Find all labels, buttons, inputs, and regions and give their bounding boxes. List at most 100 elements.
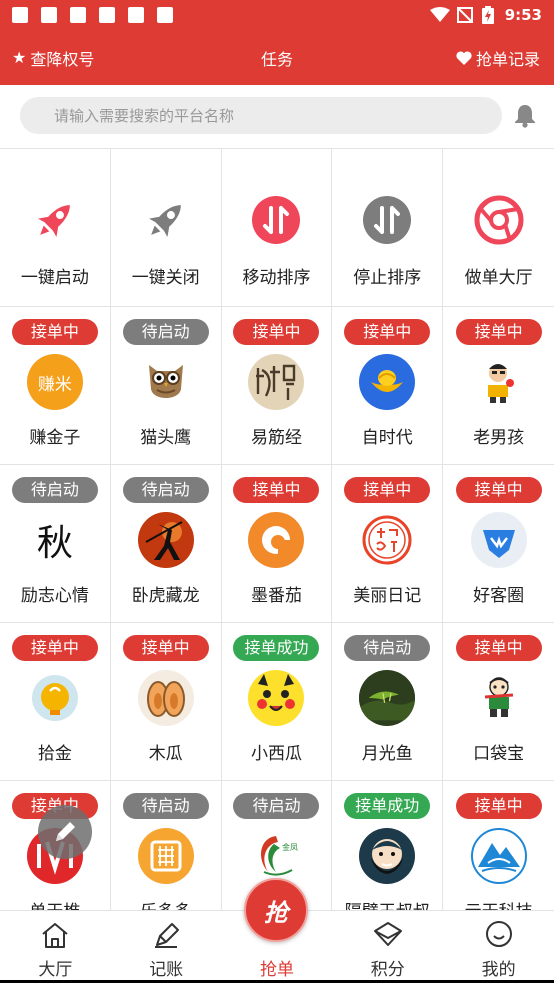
app-cell[interactable]: 接单中 好客圈 <box>443 465 554 623</box>
bell-icon[interactable] <box>514 104 536 128</box>
status-badge: 接单中 <box>344 477 431 503</box>
nav-accounting[interactable]: 记账 <box>111 911 222 983</box>
status-time: 9:53 <box>504 6 542 24</box>
battery-icon <box>481 6 494 24</box>
app-cell[interactable]: 接单成功 小西瓜 <box>221 623 333 781</box>
check-downgrade-link[interactable]: ★ 查降权号 <box>12 46 94 70</box>
papaya-logo <box>137 670 194 726</box>
app-cell[interactable]: 接单中 美丽日记 <box>332 465 444 623</box>
app-name: 好客圈 <box>473 586 525 606</box>
app-logo: 赚米 <box>26 354 83 410</box>
aperture-icon <box>474 195 524 245</box>
nav-label: 我的 <box>481 960 516 980</box>
status-badge: 待启动 <box>122 319 209 345</box>
app-name: 老男孩 <box>473 428 525 448</box>
pencil-icon <box>56 822 75 841</box>
wifi-icon <box>429 7 450 22</box>
action-stop-sort[interactable]: 停止排序 <box>332 149 444 307</box>
app-cell[interactable]: 待启动 卧虎藏龙 <box>110 465 222 623</box>
action-move-sort[interactable]: 移动排序 <box>221 149 333 307</box>
heart-icon <box>456 50 472 65</box>
status-badge: 接单中 <box>233 319 320 345</box>
status-badge: 接单中 <box>455 477 542 503</box>
nav-hall[interactable]: 大厅 <box>0 911 111 983</box>
app-cell[interactable]: 待启动 猫头鹰 <box>110 307 222 465</box>
mountain-logo <box>470 828 527 884</box>
status-badge: 接单中 <box>455 319 542 345</box>
search-input[interactable] <box>20 97 502 134</box>
status-badge: 待启动 <box>122 793 209 819</box>
action-label: 一键关闭 <box>131 268 200 288</box>
action-label: 一键启动 <box>20 268 89 288</box>
app-logo-text: 赚米 <box>37 374 72 395</box>
nav-profile[interactable]: 我的 <box>443 911 554 983</box>
app-cell[interactable]: 待启动 秋 励志心情 <box>0 465 111 623</box>
app-header: ★ 查降权号 任务 抢单记录 <box>0 30 554 85</box>
warrior-logo <box>137 512 194 568</box>
app-cell[interactable]: 接单中 拾金 <box>0 623 111 781</box>
gold-ingot-logo <box>359 354 416 410</box>
notification-icon <box>99 7 115 23</box>
app-name: 月光鱼 <box>361 744 413 764</box>
app-cell[interactable]: 接单中 墨番茄 <box>221 465 333 623</box>
grab-button-label: 抢 <box>264 898 288 927</box>
edit-fab-button[interactable] <box>38 805 92 859</box>
nav-label: 抢单 <box>259 960 294 980</box>
status-badge: 接单中 <box>122 635 209 661</box>
app-name: 猫头鹰 <box>140 428 192 448</box>
diamond-icon <box>373 922 402 946</box>
sort-arrows-icon <box>363 196 412 244</box>
search-bar <box>0 85 554 149</box>
grab-records-label: 抢单记录 <box>475 49 540 69</box>
notification-icon <box>128 7 144 23</box>
app-name: 墨番茄 <box>250 586 302 606</box>
status-badge: 待启动 <box>344 635 431 661</box>
nav-label: 大厅 <box>38 960 73 980</box>
app-cell[interactable]: 接单中 老男孩 <box>443 307 554 465</box>
app-root: 9:53 ★ 查降权号 任务 抢单记录 请输入需要搜索的平台名称 一键启动 一键… <box>0 0 554 983</box>
app-name: 美丽日记 <box>353 586 422 606</box>
bearded-man-logo <box>359 828 416 884</box>
app-cell[interactable]: 待启动 月光鱼 <box>332 623 444 781</box>
sort-arrows-icon <box>252 196 301 244</box>
check-downgrade-label: 查降权号 <box>30 49 95 69</box>
app-name: 小西瓜 <box>250 744 302 764</box>
app-name: 赚金子 <box>29 428 81 448</box>
app-cell[interactable]: 接单中 木瓜 <box>110 623 222 781</box>
status-badge: 接单中 <box>455 635 542 661</box>
action-start-all[interactable]: 一键启动 <box>0 149 111 307</box>
app-cell[interactable]: 接单中 赚米 赚金子 <box>0 307 111 465</box>
grab-records-link[interactable]: 抢单记录 <box>456 46 540 70</box>
grab-order-button[interactable]: 抢 <box>244 878 308 942</box>
action-order-hall[interactable]: 做单大厅 <box>443 149 554 307</box>
status-bar: 9:53 <box>0 0 554 30</box>
cartoon-man-logo <box>470 354 527 410</box>
notification-icon <box>70 7 86 23</box>
rocket-icon <box>148 205 181 237</box>
calligraphy-logo <box>248 354 305 410</box>
status-badge: 待启动 <box>122 477 209 503</box>
nav-label: 记账 <box>149 960 184 980</box>
status-badge: 接单中 <box>455 793 542 819</box>
notification-icon <box>41 7 57 23</box>
app-cell[interactable]: 接单中 易筋经 <box>221 307 333 465</box>
app-name: 拾金 <box>37 744 72 764</box>
grid-box-logo <box>137 828 194 884</box>
no-signal-icon <box>456 7 473 23</box>
app-name: 励志心情 <box>20 586 89 606</box>
app-name: 自时代 <box>361 428 413 448</box>
action-stop-all[interactable]: 一键关闭 <box>110 149 222 307</box>
home-icon <box>42 923 69 948</box>
status-badge: 接单中 <box>344 319 431 345</box>
app-cell[interactable]: 接单中 口袋宝 <box>443 623 554 781</box>
notification-icon <box>157 7 173 23</box>
nav-points[interactable]: 积分 <box>332 911 443 983</box>
app-cell[interactable]: 接单中 自时代 <box>332 307 444 465</box>
moon-fish-logo <box>359 670 416 726</box>
nav-label: 积分 <box>370 960 405 980</box>
pen-icon <box>155 923 180 948</box>
cartoon-boy-logo <box>470 670 527 726</box>
status-badge: 接单成功 <box>233 635 320 661</box>
status-badge: 待启动 <box>11 477 98 503</box>
pikachu-logo <box>248 670 305 726</box>
